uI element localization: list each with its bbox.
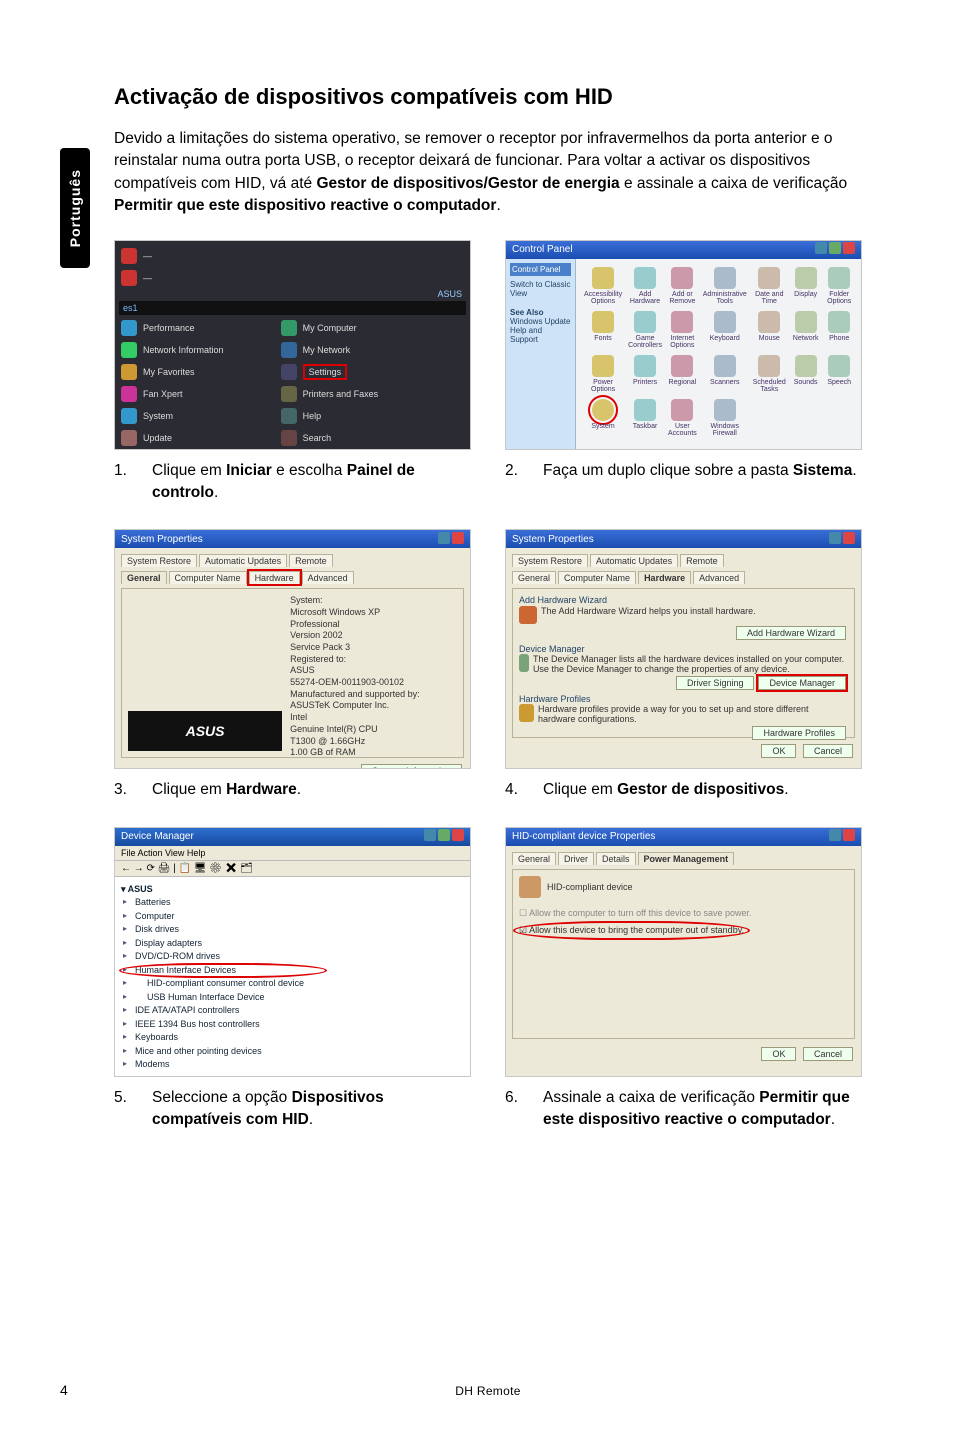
page-footer: 4 DH Remote [60, 1382, 862, 1398]
page-heading: Activação de dispositivos compatíveis co… [114, 84, 862, 110]
screenshot-start-menu: — — ASUS es1 Performance Network Informa… [114, 240, 471, 450]
screenshot-system-general: System Properties System Restore Automat… [114, 529, 471, 769]
screenshot-hid-properties: HID-compliant device Properties General … [505, 827, 862, 1077]
screenshot-device-manager: Device Manager File Action View Help ← →… [114, 827, 471, 1077]
page-number: 4 [60, 1382, 114, 1398]
step-4: 4. Clique em Gestor de dispositivos. [505, 779, 862, 801]
intro-paragraph: Devido a limitações do sistema operativo… [114, 128, 862, 218]
footer-title: DH Remote [114, 1384, 862, 1398]
language-tab: Português [60, 148, 90, 268]
step-6: 6. Assinale a caixa de verificação Permi… [505, 1087, 862, 1130]
screenshot-system-hardware: System Properties System Restore Automat… [505, 529, 862, 769]
step-1: 1. Clique em Iniciar e escolha Painel de… [114, 460, 471, 503]
step-2: 2. Faça um duplo clique sobre a pasta Si… [505, 460, 862, 482]
step-5: 5. Seleccione a opção Dispositivos compa… [114, 1087, 471, 1130]
screenshot-control-panel: Control Panel Control Panel Switch to Cl… [505, 240, 862, 450]
language-label: Português [67, 169, 83, 247]
step-3: 3. Clique em Hardware. [114, 779, 471, 801]
